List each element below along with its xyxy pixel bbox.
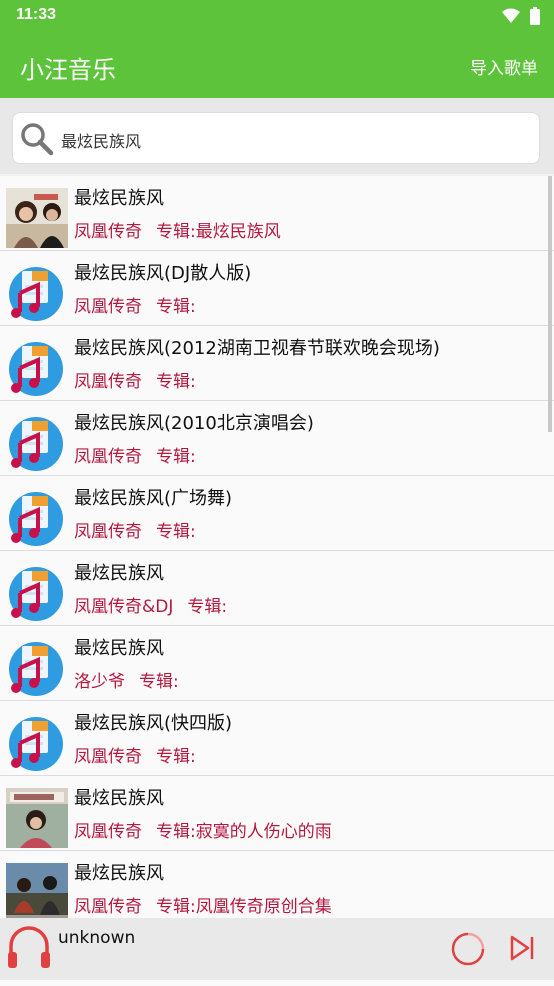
song-artist: 凤凰传奇 — [74, 372, 142, 392]
song-artist: 凤凰传奇 — [74, 297, 142, 317]
music-file-icon — [6, 263, 68, 323]
status-bar: 11:33 — [0, 0, 554, 32]
song-meta: 凤凰传奇 专辑: — [74, 292, 196, 317]
music-file-icon — [6, 413, 68, 473]
song-title: 最炫民族风(2012湖南卫视春节联欢晚会现场) — [74, 338, 440, 359]
song-album: 专辑: — [156, 747, 196, 767]
list-item[interactable]: 最炫民族风洛少爷 专辑: — [0, 626, 554, 701]
song-meta: 凤凰传奇&DJ 专辑: — [74, 592, 227, 617]
now-playing-title: unknown — [58, 928, 136, 948]
song-album: 专辑: — [156, 522, 196, 542]
music-file-icon — [6, 338, 68, 398]
app-title: 小汪音乐 — [20, 56, 116, 84]
song-album: 专辑: — [156, 447, 196, 467]
list-item[interactable]: 最炫民族风(快四版) 凤凰传奇 专辑: — [0, 701, 554, 776]
list-item[interactable]: 最炫民族风凤凰传奇 专辑:最炫民族风 — [0, 176, 554, 251]
status-icons — [502, 7, 540, 25]
loading-icon — [451, 932, 485, 966]
song-meta: 凤凰传奇 专辑: — [74, 742, 196, 767]
song-title: 最炫民族风 — [74, 563, 164, 584]
song-artist: 凤凰传奇 — [74, 447, 142, 467]
list-item[interactable]: 最炫民族风凤凰传奇 专辑:凤凰传奇原创合集 — [0, 851, 554, 918]
album-cover — [6, 863, 68, 918]
song-album: 专辑: — [156, 297, 196, 317]
album-cover — [6, 188, 68, 248]
navigation-bar — [0, 980, 554, 986]
list-item[interactable]: 最炫民族风(DJ散人版) 凤凰传奇 专辑: — [0, 251, 554, 326]
song-title: 最炫民族风(DJ散人版) — [74, 263, 252, 284]
song-artist: 凤凰传奇&DJ — [74, 597, 174, 617]
song-artist: 洛少爷 — [74, 672, 125, 692]
battery-icon — [530, 7, 540, 25]
music-file-icon — [6, 488, 68, 548]
next-track-icon[interactable] — [508, 934, 536, 962]
music-file-icon — [6, 563, 68, 623]
song-artist: 凤凰传奇 — [74, 222, 142, 242]
list-item[interactable]: 最炫民族风(2012湖南卫视春节联欢晚会现场) 凤凰传奇 专辑: — [0, 326, 554, 401]
song-meta: 洛少爷 专辑: — [74, 667, 179, 692]
song-meta: 凤凰传奇 专辑:凤凰传奇原创合集 — [74, 892, 332, 917]
song-title: 最炫民族风 — [74, 638, 164, 659]
song-title: 最炫民族风(2010北京演唱会) — [74, 413, 314, 434]
list-item[interactable]: 最炫民族风(广场舞) 凤凰传奇 专辑: — [0, 476, 554, 551]
list-item[interactable]: 最炫民族风凤凰传奇 专辑:寂寞的人伤心的雨 — [0, 776, 554, 851]
search-query: 最炫民族风 — [61, 132, 142, 151]
song-list[interactable]: 最炫民族风 凤凰传奇 专辑:凤凰传奇原创合集 最炫民族风 凤凰传奇 专辑:寂寞的人伤心的… — [0, 176, 554, 918]
music-file-icon — [6, 638, 68, 698]
status-time: 11:33 — [16, 6, 57, 23]
song-title: 最炫民族风 — [74, 863, 164, 884]
song-meta: 凤凰传奇 专辑: — [74, 517, 196, 542]
song-meta: 凤凰传奇 专辑: — [74, 367, 196, 392]
headphones-icon — [8, 926, 50, 968]
song-title: 最炫民族风 — [74, 788, 164, 809]
search-input[interactable]: 最炫民族风 — [12, 112, 540, 164]
song-album: 专辑: — [139, 672, 179, 692]
search-icon — [21, 123, 54, 156]
song-album: 专辑:最炫民族风 — [156, 222, 281, 242]
list-item[interactable]: 最炫民族风凤凰传奇&DJ 专辑: — [0, 551, 554, 626]
song-album: 专辑: — [156, 372, 196, 392]
song-meta: 凤凰传奇 专辑:最炫民族风 — [74, 217, 281, 242]
song-artist: 凤凰传奇 — [74, 897, 142, 917]
song-title: 最炫民族风(快四版) — [74, 713, 233, 734]
song-album: 专辑: — [187, 597, 228, 617]
song-meta: 凤凰传奇 专辑: — [74, 442, 196, 467]
song-meta: 凤凰传奇 专辑:寂寞的人伤心的雨 — [74, 817, 332, 842]
song-artist: 凤凰传奇 — [74, 747, 142, 767]
song-album: 专辑:寂寞的人伤心的雨 — [156, 822, 332, 842]
song-title: 最炫民族风 — [74, 188, 164, 209]
wifi-icon — [502, 8, 520, 23]
app-bar: 小汪音乐 导入歌单 — [0, 32, 554, 98]
scrollbar[interactable] — [548, 176, 552, 432]
list-item[interactable]: 最炫民族风(2010北京演唱会) 凤凰传奇 专辑: — [0, 401, 554, 476]
player-bar[interactable]: unknown — [0, 918, 554, 980]
search-area: 最炫民族风 — [0, 98, 554, 174]
music-file-icon — [6, 713, 68, 773]
song-artist: 凤凰传奇 — [74, 822, 142, 842]
song-artist: 凤凰传奇 — [74, 522, 142, 542]
song-album: 专辑:凤凰传奇原创合集 — [156, 897, 332, 917]
song-title: 最炫民族风(广场舞) — [74, 488, 233, 509]
import-playlist-button[interactable]: 导入歌单 — [470, 54, 538, 79]
album-cover — [6, 788, 68, 848]
